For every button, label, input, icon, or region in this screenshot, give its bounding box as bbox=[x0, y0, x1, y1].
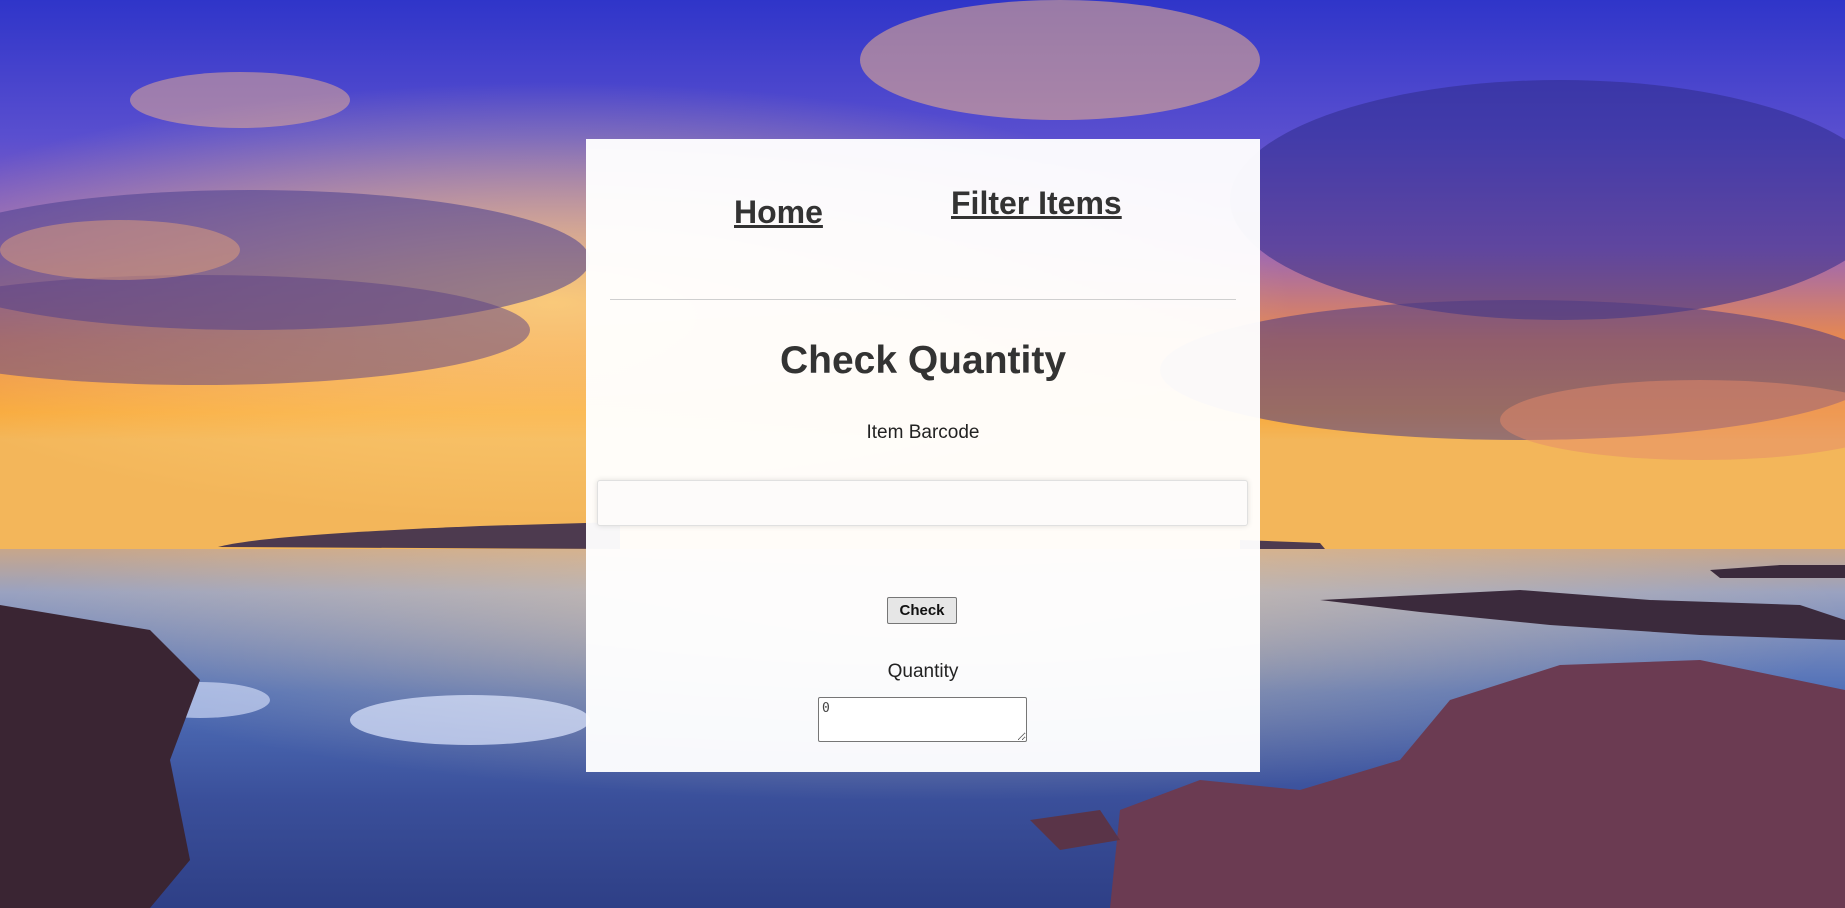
nav-filter-items-link[interactable]: Filter Items bbox=[951, 185, 1122, 222]
page-title: Check Quantity bbox=[779, 339, 1067, 382]
quantity-textarea[interactable]: 0 bbox=[818, 697, 1027, 742]
item-barcode-input[interactable] bbox=[597, 480, 1248, 526]
divider bbox=[610, 299, 1236, 300]
content-panel: Home Filter Items Check Quantity Item Ba… bbox=[586, 139, 1260, 772]
item-barcode-label: Item Barcode bbox=[866, 422, 980, 443]
quantity-label: Quantity bbox=[887, 661, 959, 682]
check-button[interactable]: Check bbox=[887, 597, 957, 624]
nav-home-link[interactable]: Home bbox=[734, 194, 823, 231]
page: Home Filter Items Check Quantity Item Ba… bbox=[0, 0, 1845, 908]
